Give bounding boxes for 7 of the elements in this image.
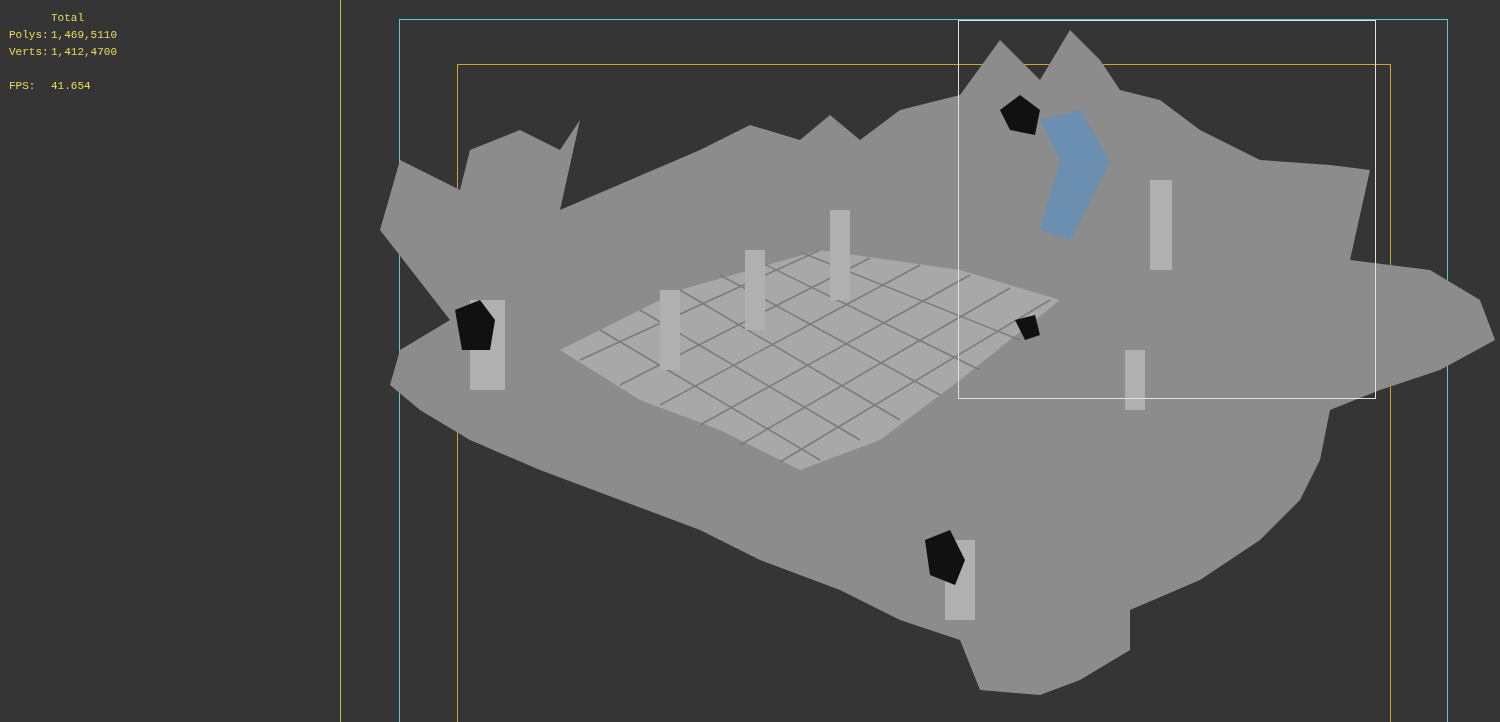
stat-label: Polys: <box>9 28 45 43</box>
fps-value: 41.654 <box>51 79 91 94</box>
fps-label: FPS: <box>9 79 37 94</box>
stats-header: Total <box>51 11 84 26</box>
stat-value: 1,412,4700 <box>51 45 117 60</box>
stat-label: Verts: <box>9 45 45 60</box>
stat-value: 1,469,5110 <box>51 28 117 43</box>
